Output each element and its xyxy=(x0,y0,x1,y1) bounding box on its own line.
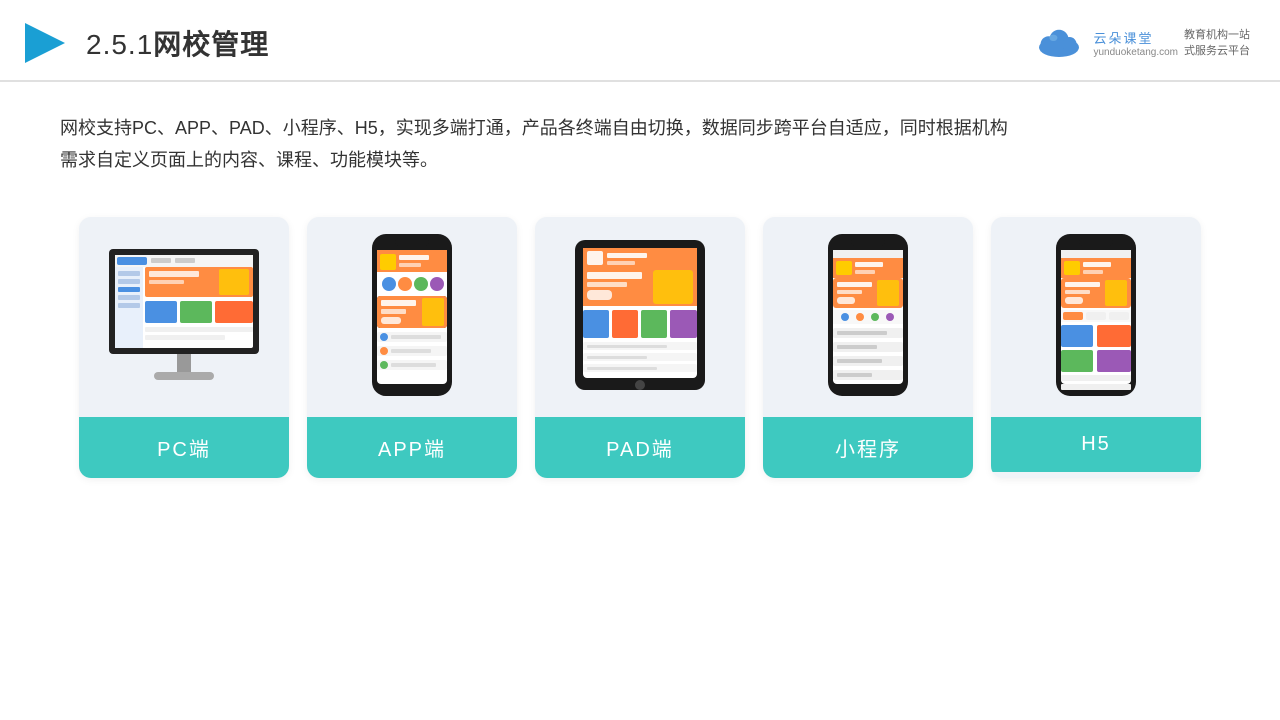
card-pc-label: PC端 xyxy=(79,417,289,478)
card-pad-label: PAD端 xyxy=(535,417,745,478)
description-text: 网校支持PC、APP、PAD、小程序、H5，实现多端打通，产品各终端自由切换，数… xyxy=(0,82,1100,187)
card-app: APP端 xyxy=(307,217,517,478)
logo-tagline: 教育机构一站式服务云平台 xyxy=(1184,27,1250,60)
pad-tablet-mockup xyxy=(565,232,715,402)
pc-monitor-mockup xyxy=(99,244,269,389)
cards-container: PC端 xyxy=(0,187,1280,478)
card-pc-image xyxy=(79,217,289,417)
card-app-image xyxy=(307,217,517,417)
card-h5: H5 xyxy=(991,217,1201,478)
header-left: 2.5.12.5.1网校管理网校管理 xyxy=(20,18,269,68)
card-miniprogram: 小程序 xyxy=(763,217,973,478)
logo-url: yunduoketang.com xyxy=(1093,47,1178,58)
card-h5-label: H5 xyxy=(991,417,1201,472)
play-icon xyxy=(20,18,70,68)
cloud-logo-icon xyxy=(1029,25,1089,61)
card-pad: PAD端 xyxy=(535,217,745,478)
card-h5-image xyxy=(991,217,1201,417)
miniprogram-phone-mockup xyxy=(823,232,913,402)
card-miniprogram-image xyxy=(763,217,973,417)
logo-name: 云朵课堂 xyxy=(1093,28,1178,47)
card-pad-image xyxy=(535,217,745,417)
page-title: 2.5.12.5.1网校管理网校管理 xyxy=(86,23,269,63)
header: 2.5.12.5.1网校管理网校管理 云朵课堂 yunduoketang.com… xyxy=(0,0,1280,82)
app-phone-mockup xyxy=(367,232,457,402)
card-pc: PC端 xyxy=(79,217,289,478)
logo-area: 云朵课堂 yunduoketang.com 教育机构一站式服务云平台 xyxy=(1029,25,1250,61)
card-miniprogram-label: 小程序 xyxy=(763,417,973,478)
card-app-label: APP端 xyxy=(307,417,517,478)
h5-phone-mockup xyxy=(1051,232,1141,402)
